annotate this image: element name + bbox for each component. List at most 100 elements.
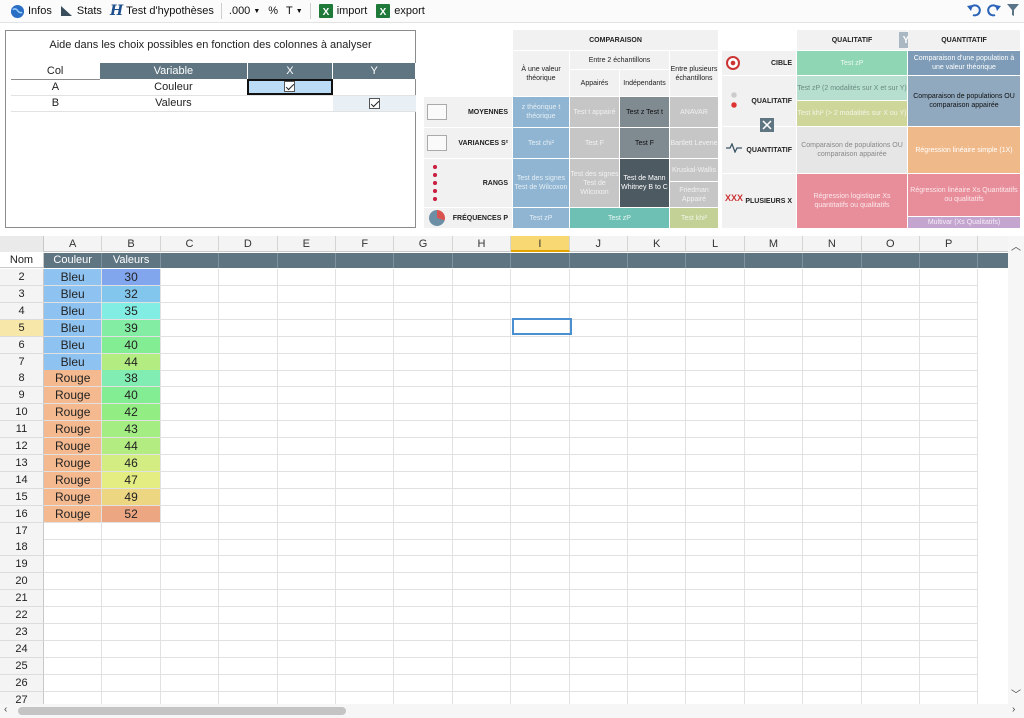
grid-cell[interactable] <box>803 336 862 354</box>
row-header[interactable]: 12 <box>0 438 44 455</box>
grid-cell[interactable] <box>219 353 278 371</box>
grid-cell[interactable] <box>161 691 220 704</box>
grid-cell[interactable] <box>628 539 687 557</box>
grid-cell[interactable]: 38 <box>102 370 161 388</box>
grid-cell[interactable] <box>803 657 862 675</box>
grid-cell[interactable] <box>920 269 979 286</box>
grid-cell[interactable] <box>628 522 687 540</box>
grid-cell[interactable] <box>219 505 278 523</box>
grid-cell[interactable] <box>219 488 278 506</box>
grid-cell[interactable] <box>394 269 453 286</box>
grid-cell[interactable] <box>277 488 336 506</box>
grid-cell[interactable] <box>394 404 453 422</box>
grid-cell[interactable] <box>628 404 687 422</box>
variable-name-cell[interactable]: Valeurs <box>102 253 161 268</box>
row-header[interactable]: 10 <box>0 404 44 422</box>
grid-cell[interactable] <box>628 471 687 489</box>
grid-cell[interactable] <box>744 285 804 303</box>
grid-cell[interactable] <box>452 488 512 506</box>
grid-cell[interactable] <box>336 607 395 624</box>
grid-cell[interactable] <box>394 505 453 523</box>
grid-cell[interactable] <box>336 353 395 371</box>
grid-cell[interactable] <box>744 657 804 675</box>
grid-cell[interactable] <box>744 353 804 371</box>
filter-icon[interactable] <box>1006 2 1020 21</box>
test-t-paired[interactable]: Test t appairé <box>570 97 619 127</box>
grid-cell[interactable] <box>861 302 920 320</box>
grid-cell[interactable] <box>920 387 979 405</box>
grid-cell[interactable] <box>44 691 103 704</box>
grid-cell[interactable] <box>394 302 453 320</box>
grid-cell[interactable] <box>628 336 687 354</box>
grid-cell[interactable] <box>803 370 862 388</box>
grid-cell[interactable] <box>744 573 804 591</box>
grid-cell[interactable] <box>219 438 278 455</box>
row-header[interactable]: 6 <box>0 336 44 354</box>
grid-cell[interactable] <box>744 471 804 489</box>
grid-cell[interactable] <box>511 539 570 557</box>
row-header[interactable]: 16 <box>0 505 44 523</box>
grid-cell[interactable] <box>744 387 804 405</box>
qual-qual-zp[interactable]: Test zP (2 modalités sur X et sur Y) <box>797 76 907 100</box>
row-header[interactable]: 24 <box>0 640 44 658</box>
grid-cell[interactable] <box>744 505 804 523</box>
grid-cell[interactable] <box>219 302 278 320</box>
logistic-regression[interactable]: Régression logistique Xs quantitatifs ou… <box>797 174 907 228</box>
grid-cell[interactable] <box>394 657 453 675</box>
column-header-p[interactable]: P <box>920 236 979 252</box>
grid-cell[interactable] <box>628 488 687 506</box>
grid-cell[interactable] <box>569 370 628 388</box>
row-header[interactable]: 14 <box>0 471 44 489</box>
grid-cell[interactable] <box>920 640 979 658</box>
grid-cell[interactable] <box>920 404 979 422</box>
grid-cell[interactable] <box>920 573 979 591</box>
grid-cell[interactable] <box>219 640 278 658</box>
grid-cell[interactable] <box>744 404 804 422</box>
grid-cell[interactable] <box>628 370 687 388</box>
grid-cell[interactable] <box>744 674 804 692</box>
grid-cell[interactable] <box>569 285 628 303</box>
grid-cell[interactable] <box>803 471 862 489</box>
grid-cell[interactable] <box>511 421 570 439</box>
grid-cell[interactable]: 42 <box>102 404 161 422</box>
grid-cell[interactable] <box>803 505 862 523</box>
grid-cell[interactable] <box>686 623 745 641</box>
grid-cell[interactable] <box>102 623 161 641</box>
grid-cell[interactable] <box>394 607 453 624</box>
grid-cell[interactable] <box>160 353 220 371</box>
grid-cell[interactable] <box>920 657 979 675</box>
grid-cell[interactable] <box>569 421 628 439</box>
grid-cell[interactable] <box>686 539 745 557</box>
grid-cell[interactable] <box>511 556 570 574</box>
row-header[interactable]: 21 <box>0 590 44 608</box>
column-header-e[interactable]: E <box>278 236 336 252</box>
grid-cell[interactable] <box>686 454 745 472</box>
grid-cell[interactable] <box>336 438 395 455</box>
grid-cell[interactable] <box>219 421 278 439</box>
grid-cell[interactable] <box>920 623 979 641</box>
row-header[interactable]: 27 <box>0 691 44 704</box>
anavar[interactable]: ANAVAR <box>670 97 718 127</box>
grid-cell[interactable] <box>861 353 920 371</box>
grid-cell[interactable] <box>277 336 336 354</box>
grid-cell[interactable] <box>277 269 336 286</box>
grid-cell[interactable] <box>452 674 512 692</box>
grid-cell[interactable] <box>394 336 453 354</box>
test-f-independent[interactable]: Test F <box>620 128 669 158</box>
grid-cell[interactable] <box>219 691 278 704</box>
grid-cell[interactable] <box>219 269 278 286</box>
grid-cell[interactable]: 43 <box>102 421 161 439</box>
grid-cell[interactable] <box>803 488 862 506</box>
variable-name-cell[interactable] <box>920 253 979 268</box>
test-khi2[interactable]: Test khi² <box>670 208 718 228</box>
grid-cell[interactable] <box>336 421 395 439</box>
qual-quant-comparison[interactable]: Comparaison de populations OU comparaiso… <box>908 76 1020 126</box>
grid-cell[interactable] <box>160 370 220 388</box>
grid-cell[interactable] <box>277 471 336 489</box>
grid-cell[interactable] <box>686 438 745 455</box>
column-header-h[interactable]: H <box>453 236 512 252</box>
grid-cell[interactable]: Bleu <box>44 302 103 320</box>
grid-cell[interactable] <box>861 438 920 455</box>
grid-cell[interactable] <box>686 657 745 675</box>
variable-name-cell[interactable] <box>570 253 628 268</box>
